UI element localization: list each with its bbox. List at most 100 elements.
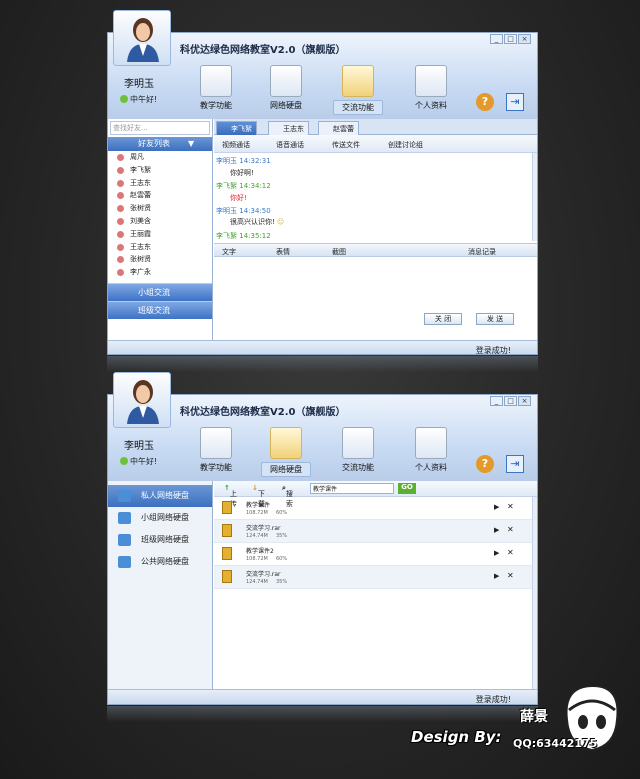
nav-teaching[interactable]: 教学功能 [191, 65, 241, 111]
friend-item[interactable]: 李飞絮 [108, 164, 212, 177]
message-input[interactable] [214, 258, 537, 318]
minimize-button[interactable]: _ [490, 396, 503, 406]
friend-item[interactable]: 刘美含 [108, 215, 212, 228]
history-button[interactable]: 消息记录 [468, 247, 496, 257]
snowflake-icon [200, 427, 232, 459]
play-icon[interactable]: ▶ [494, 572, 499, 580]
play-icon[interactable]: ▶ [494, 549, 499, 557]
screenshot-button[interactable]: 截图 [332, 247, 346, 257]
send-button[interactable]: 发 送 [476, 313, 514, 325]
nav-communication[interactable]: 交流功能 [333, 65, 383, 115]
tab-chat-1[interactable]: 李飞絮 [216, 121, 257, 135]
file-size: 108.72M [246, 556, 268, 562]
remove-icon[interactable]: ✕ [507, 571, 514, 580]
file-scrollbar[interactable] [532, 497, 537, 689]
disk-sidebar: 私人网络硬盘 小组网络硬盘 班级网络硬盘 公共网络硬盘 [108, 481, 213, 689]
nav-teaching[interactable]: 教学功能 [191, 427, 241, 473]
class-chat[interactable]: 班级交流 [108, 301, 212, 319]
help-icon[interactable]: ? [476, 93, 494, 111]
logout-icon[interactable]: ⇥ [506, 455, 524, 473]
remove-icon[interactable]: ✕ [507, 525, 514, 534]
nav-profile[interactable]: 个人资料 [406, 65, 456, 111]
nav-profile[interactable]: 个人资料 [406, 427, 456, 473]
message-header: 李飞絮 14:35:12 [216, 232, 271, 240]
friend-item[interactable]: 周凡 [108, 151, 212, 164]
maximize-button[interactable]: □ [504, 34, 517, 44]
disk-toolbar: ↑ 上传 ↓ 下载 ⌕ 搜索 教学课件 GO [214, 481, 537, 508]
search-input[interactable]: 查找好友... [110, 121, 210, 135]
avatar[interactable] [113, 10, 171, 66]
message-header: 李明玉 14:32:31 [216, 157, 271, 165]
font-button[interactable]: 文字 [222, 247, 236, 257]
online-status-icon [120, 457, 128, 465]
friend-item[interactable]: 张树贤 [108, 253, 212, 266]
create-group-button[interactable]: 创建讨论组 [388, 140, 423, 150]
file-row[interactable]: 交流学习.rar 124.74M 35% ▶ ✕ [214, 520, 537, 543]
friend-item[interactable]: 王丽霞 [108, 228, 212, 241]
nav-netdisk[interactable]: 网络硬盘 [261, 427, 311, 477]
window-header: 科优达绿色网络教室V2.0（旗舰版） _ □ × 李明玉 中午好! 教学功能 网… [108, 33, 537, 119]
chat-tabs: 李飞絮 王志东 赵雲蕾 [214, 119, 537, 135]
sidebar-item-class[interactable]: 班级网络硬盘 [108, 529, 212, 551]
voice-call-button[interactable]: 语音通话 [276, 140, 304, 150]
go-button[interactable]: GO [398, 483, 416, 494]
minimize-button[interactable]: _ [490, 34, 503, 44]
upload-button[interactable]: ↑ 上传 [224, 484, 237, 508]
file-row[interactable]: 教学课件2 108.72M 60% ▶ ✕ [214, 543, 537, 566]
emoji-button[interactable]: 表情 [276, 247, 290, 257]
window-reflection [107, 706, 538, 722]
user-status[interactable]: 中午好! [120, 94, 157, 105]
file-name: 交流学习.rar [246, 525, 281, 532]
search-input[interactable]: 教学课件 [310, 483, 394, 494]
chevron-down-icon: ▼ [188, 139, 195, 148]
remove-icon[interactable]: ✕ [507, 548, 514, 557]
close-window-button[interactable]: × [518, 396, 531, 406]
video-call-button[interactable]: 视频通话 [222, 140, 250, 150]
contact-card-icon [415, 65, 447, 97]
file-icon [222, 524, 232, 537]
file-area: ↑ 上传 ↓ 下载 ⌕ 搜索 教学课件 GO 教学课件 108.72M 60% ▶ ✕ 交流学习… [214, 481, 537, 689]
sidebar-item-public[interactable]: 公共网络硬盘 [108, 551, 212, 573]
sidebar-item-private[interactable]: 私人网络硬盘 [108, 485, 212, 507]
message-text: 你好啊! [230, 169, 254, 177]
help-icon[interactable]: ? [476, 455, 494, 473]
tab-chat-2[interactable]: 王志东 [268, 121, 309, 135]
online-status-icon [120, 95, 128, 103]
friends-header-label: 好友列表 [138, 139, 170, 148]
close-chat-button[interactable]: 关 闭 [424, 313, 462, 325]
logout-icon[interactable]: ⇥ [506, 93, 524, 111]
disc-icon [270, 65, 302, 97]
group-chat[interactable]: 小组交流 [108, 283, 212, 301]
friend-item[interactable]: 赵雲蕾 [108, 189, 212, 202]
sidebar-item-group[interactable]: 小组网络硬盘 [108, 507, 212, 529]
friend-item[interactable]: 王志东 [108, 241, 212, 254]
input-toolbar: 文字 表情 截图 消息记录 [214, 243, 537, 257]
friends-header[interactable]: 好友列表 ▼ [108, 137, 212, 151]
nav-netdisk[interactable]: 网络硬盘 [261, 65, 311, 111]
maximize-button[interactable]: □ [504, 396, 517, 406]
chat-bubble-icon [342, 427, 374, 459]
message-log: 李明玉 14:32:31 你好啊! 李飞絮 14:34:12 你好! 李明玉 1… [214, 153, 537, 241]
close-window-button[interactable]: × [518, 34, 531, 44]
tab-chat-3[interactable]: 赵雲蕾 [318, 121, 359, 135]
file-row[interactable]: 教学课件 108.72M 60% ▶ ✕ [214, 497, 537, 520]
file-list: 教学课件 108.72M 60% ▶ ✕ 交流学习.rar 124.74M 35% ▶ ✕ 教学课件… [214, 497, 537, 589]
download-button[interactable]: ↓ 下载 [252, 484, 265, 508]
friend-item[interactable]: 王志东 [108, 177, 212, 190]
search-label: ⌕ 搜索 [282, 484, 293, 508]
status-text: 登录成功! [475, 346, 511, 355]
play-icon[interactable]: ▶ [494, 526, 499, 534]
avatar[interactable] [113, 372, 171, 428]
file-row[interactable]: 交流学习.rar 124.74M 35% ▶ ✕ [214, 566, 537, 589]
remove-icon[interactable]: ✕ [507, 502, 514, 511]
message-header: 李飞絮 14:34:12 [216, 182, 271, 190]
friend-item[interactable]: 张树贤 [108, 202, 212, 215]
play-icon[interactable]: ▶ [494, 503, 499, 511]
message-text: 你好! [230, 194, 247, 202]
message-scrollbar[interactable] [532, 153, 537, 241]
friend-item[interactable]: 李广永 [108, 266, 212, 279]
send-file-button[interactable]: 传送文件 [332, 140, 360, 150]
file-icon [222, 501, 232, 514]
nav-communication[interactable]: 交流功能 [333, 427, 383, 473]
user-status[interactable]: 中午好! [120, 456, 157, 467]
